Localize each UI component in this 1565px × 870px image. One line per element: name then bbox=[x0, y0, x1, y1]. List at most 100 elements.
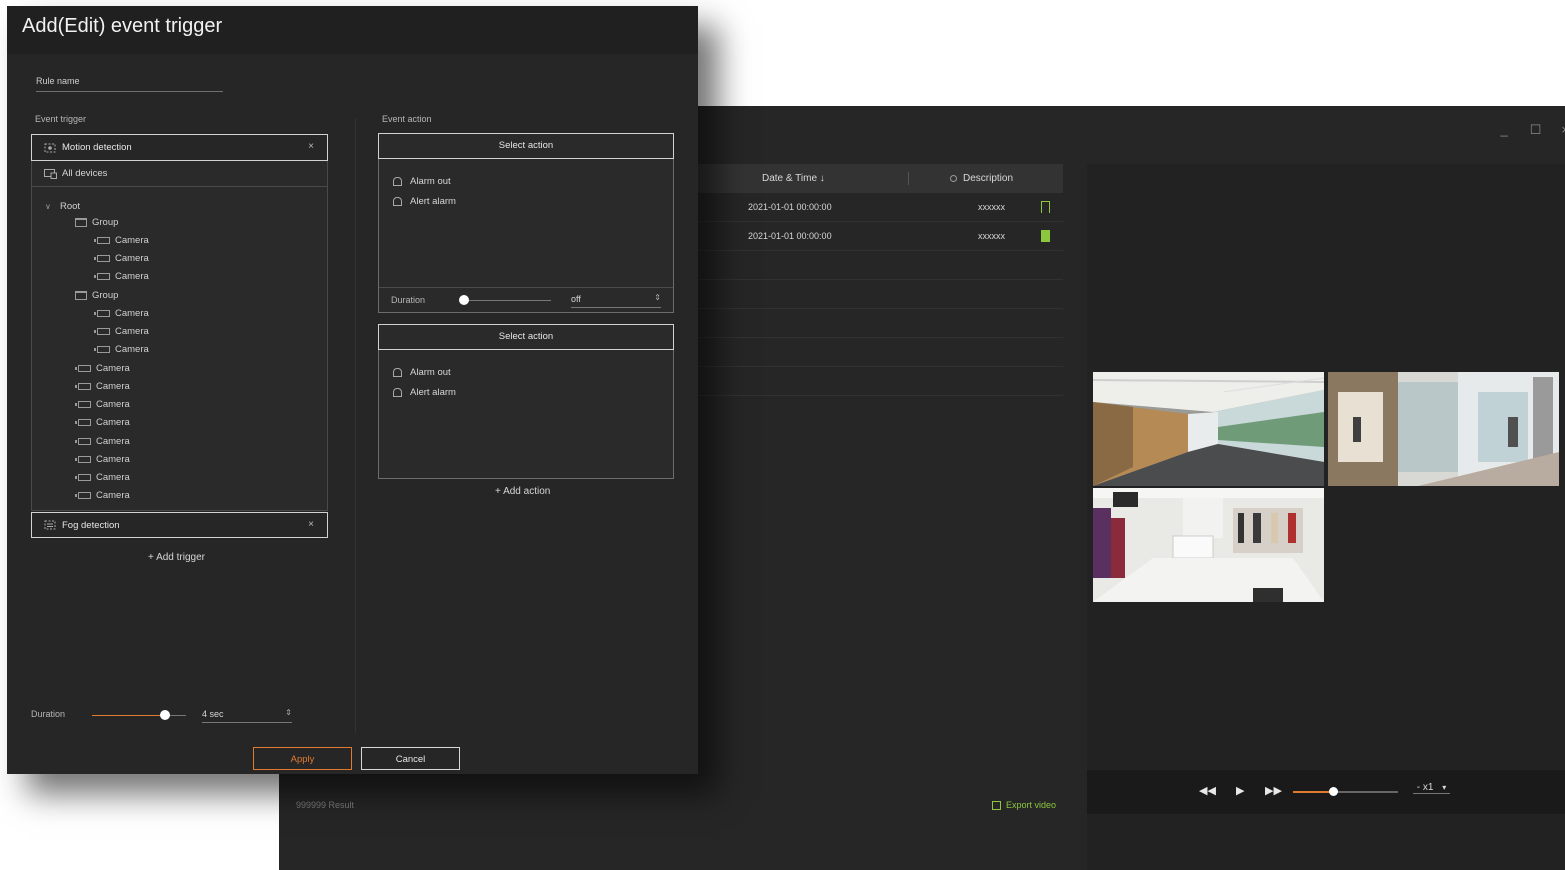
duration-slider-handle[interactable] bbox=[160, 710, 171, 720]
action-duration-row: Duration off ⇕ bbox=[379, 287, 673, 312]
camera-label: Camera bbox=[96, 453, 130, 465]
chevron-down-icon: ∨ bbox=[45, 201, 51, 211]
tree-camera[interactable]: Camera bbox=[75, 452, 130, 466]
camera-label: Camera bbox=[96, 471, 130, 483]
camera-icon bbox=[75, 437, 91, 445]
column-date-time[interactable]: Date & Time ↓ bbox=[762, 173, 825, 184]
action-alarm-out[interactable]: Alarm out bbox=[393, 367, 451, 378]
minimize-icon[interactable]: _ bbox=[1501, 120, 1508, 140]
row-divider bbox=[698, 337, 1063, 338]
tree-camera[interactable]: Camera bbox=[94, 342, 149, 356]
select-action-header[interactable]: Select action bbox=[378, 133, 674, 159]
store-image bbox=[1093, 488, 1324, 602]
tree-camera[interactable]: Camera bbox=[75, 397, 130, 411]
all-devices-item[interactable]: All devices bbox=[32, 161, 327, 187]
play-button[interactable]: ▶ bbox=[1236, 784, 1244, 797]
tree-camera[interactable]: Camera bbox=[75, 488, 130, 502]
export-video-button[interactable]: Export video bbox=[992, 800, 1056, 810]
column-description-label: Description bbox=[963, 173, 1014, 184]
camera-feed-3[interactable] bbox=[1093, 488, 1324, 602]
event-trigger-label: Event trigger bbox=[35, 114, 87, 124]
stepper-icon[interactable]: ⇕ bbox=[285, 708, 292, 717]
camera-icon bbox=[75, 455, 91, 463]
table-row[interactable]: 2021-01-01 00:00:00 xxxxxx bbox=[698, 193, 1063, 221]
action-duration-input[interactable]: off ⇕ bbox=[571, 293, 661, 308]
mall-image bbox=[1328, 372, 1559, 486]
playback-progress-track[interactable] bbox=[1293, 791, 1398, 793]
camera-icon bbox=[75, 400, 91, 408]
result-count: 999999 Result bbox=[296, 800, 355, 810]
action-duration-slider-track[interactable] bbox=[461, 300, 551, 301]
camera-icon bbox=[75, 473, 91, 481]
event-trigger-dialog: Add(Edit) event trigger Rule name Event … bbox=[7, 6, 698, 774]
duration-value: 4 sec bbox=[202, 709, 224, 719]
alert-alarm-icon bbox=[393, 197, 402, 206]
action-panel-2: Select action Alarm out Alert alarm bbox=[378, 324, 674, 479]
tree-group[interactable]: Group bbox=[75, 288, 118, 302]
action-alert-alarm[interactable]: Alert alarm bbox=[393, 387, 456, 398]
close-icon[interactable]: × bbox=[308, 141, 314, 152]
trigger-motion-detection[interactable]: Motion detection × bbox=[31, 134, 328, 161]
close-icon[interactable]: × bbox=[308, 519, 314, 530]
camera-label: Camera bbox=[96, 435, 130, 447]
camera-label: Camera bbox=[115, 325, 149, 337]
cancel-button[interactable]: Cancel bbox=[361, 747, 460, 770]
camera-feed-1[interactable] bbox=[1093, 372, 1324, 486]
table-row[interactable]: 2021-01-01 00:00:00 xxxxxx bbox=[698, 222, 1063, 250]
add-trigger-button[interactable]: + Add trigger bbox=[148, 552, 205, 563]
tree-root[interactable]: ∨ Root bbox=[45, 199, 80, 213]
trigger-fog-detection[interactable]: Fog detection × bbox=[31, 512, 328, 538]
speed-value: - x1 bbox=[1416, 782, 1434, 793]
camera-icon bbox=[94, 309, 110, 317]
tree-camera[interactable]: Camera bbox=[94, 233, 149, 247]
rule-name-input[interactable]: Rule name bbox=[36, 76, 223, 92]
action-label: Alarm out bbox=[410, 176, 451, 187]
apply-button[interactable]: Apply bbox=[253, 747, 352, 770]
row-description: xxxxxx bbox=[978, 231, 1005, 241]
row-divider bbox=[698, 395, 1063, 396]
action-label: Alarm out bbox=[410, 367, 451, 378]
speed-select[interactable]: - x1 ▾ bbox=[1413, 782, 1450, 794]
tree-group[interactable]: Group bbox=[75, 215, 118, 229]
camera-icon bbox=[94, 254, 110, 262]
search-icon bbox=[950, 175, 957, 182]
bookmark-icon[interactable] bbox=[1041, 201, 1050, 213]
tree-camera[interactable]: Camera bbox=[94, 306, 149, 320]
chevron-down-icon: ▾ bbox=[1442, 783, 1447, 792]
maximize-icon[interactable]: ☐ bbox=[1530, 120, 1542, 140]
camera-icon bbox=[75, 418, 91, 426]
tree-camera[interactable]: Camera bbox=[94, 251, 149, 265]
playback-progress-fill bbox=[1293, 791, 1333, 793]
select-action-header[interactable]: Select action bbox=[378, 324, 674, 350]
trigger-label: Fog detection bbox=[62, 519, 120, 531]
tree-camera[interactable]: Camera bbox=[75, 361, 130, 375]
device-tree-panel: All devices ∨ Root Group Camera Camera C… bbox=[31, 161, 328, 511]
stepper-icon[interactable]: ⇕ bbox=[654, 293, 661, 302]
tree-camera[interactable]: Camera bbox=[75, 415, 130, 429]
alarm-out-icon bbox=[393, 368, 402, 377]
camera-icon bbox=[94, 272, 110, 280]
fast-forward-button[interactable]: ▶▶ bbox=[1265, 784, 1282, 797]
action-alert-alarm[interactable]: Alert alarm bbox=[393, 196, 456, 207]
all-devices-label: All devices bbox=[62, 168, 108, 179]
motion-detection-icon bbox=[44, 143, 56, 152]
duration-label: Duration bbox=[31, 709, 66, 719]
add-action-button[interactable]: + Add action bbox=[495, 486, 550, 497]
tree-camera[interactable]: Camera bbox=[75, 470, 130, 484]
bookmark-filled-icon[interactable] bbox=[1041, 230, 1050, 242]
tree-camera[interactable]: Camera bbox=[75, 434, 130, 448]
rewind-button[interactable]: ◀◀ bbox=[1199, 784, 1216, 797]
action-alarm-out[interactable]: Alarm out bbox=[393, 176, 451, 187]
camera-feed-2[interactable] bbox=[1328, 372, 1559, 486]
column-description[interactable]: Description bbox=[950, 173, 1013, 184]
tree-group-label: Group bbox=[92, 289, 119, 301]
close-icon[interactable]: × bbox=[1561, 120, 1565, 140]
tree-camera[interactable]: Camera bbox=[94, 269, 149, 283]
tree-camera[interactable]: Camera bbox=[94, 324, 149, 338]
tree-camera[interactable]: Camera bbox=[75, 379, 130, 393]
camera-label: Camera bbox=[115, 252, 149, 264]
duration-input[interactable]: 4 sec ⇕ bbox=[202, 708, 292, 723]
action-duration-slider-handle[interactable] bbox=[459, 295, 469, 305]
duration-slider-track[interactable] bbox=[92, 715, 186, 716]
playback-progress-handle[interactable] bbox=[1328, 787, 1338, 796]
